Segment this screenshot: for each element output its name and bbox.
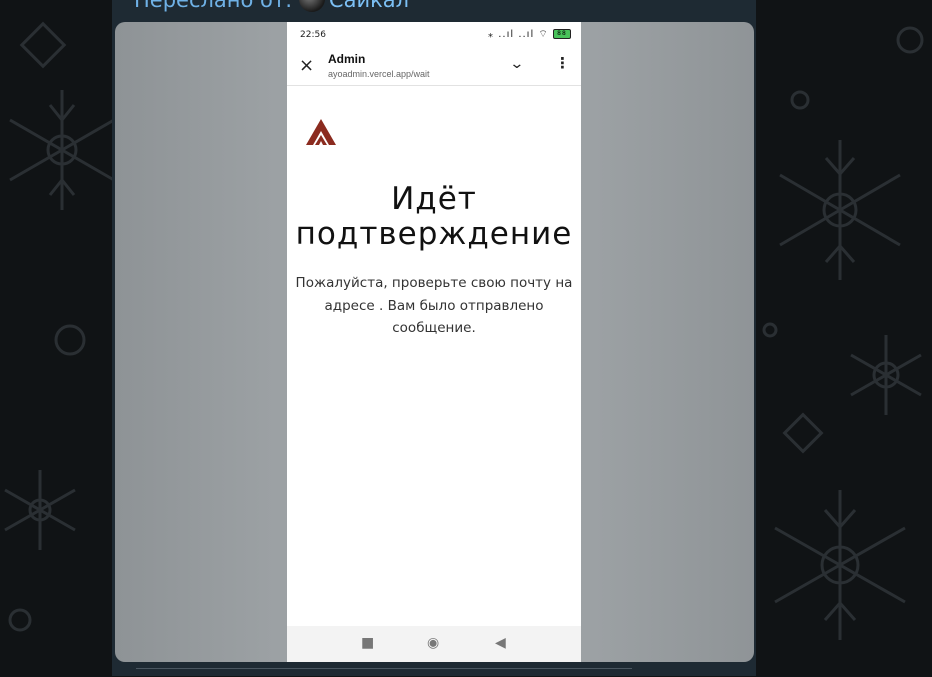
snowflake-icon (850, 335, 922, 415)
forwarded-prefix: Переслано от: (134, 0, 293, 12)
status-icons: ⁎ ..ıl ..ıl ⌔ 88 (488, 28, 571, 41)
home-icon[interactable]: ◉ (427, 635, 439, 651)
heading-line-2: подтверждение (295, 216, 573, 252)
browser-toolbar: × Admin ayoadmin.vercel.app/wait ⌄ ⋮ (287, 48, 581, 86)
more-menu-icon[interactable]: ⋮ (555, 54, 570, 72)
page-title-block: Admin ayoadmin.vercel.app/wait (328, 52, 430, 79)
android-nav-bar: ■ ◉ ◀ (287, 626, 581, 662)
sender-avatar[interactable] (298, 0, 325, 12)
back-icon[interactable]: ◀ (495, 635, 506, 651)
chevron-down-icon[interactable]: ⌄ (509, 56, 524, 72)
page-title: Admin (328, 52, 366, 66)
snowflake-icon (4, 470, 76, 550)
snowflake-icon (779, 140, 901, 280)
status-time: 22:56 (300, 30, 326, 40)
page-url: ayoadmin.vercel.app/wait (328, 69, 430, 79)
screenshot-media[interactable]: 22:56 ⁎ ..ıl ..ıl ⌔ 88 × Admin ayoadmin.… (115, 22, 754, 662)
page-heading: Идёт подтверждение (287, 182, 581, 252)
sender-name[interactable]: Сайкал (329, 0, 409, 12)
snowflake-icon (9, 90, 115, 210)
close-icon[interactable]: × (299, 55, 314, 76)
recents-icon[interactable]: ■ (361, 635, 374, 651)
brand-logo (306, 119, 336, 145)
status-bar: 22:56 ⁎ ..ıl ..ıl ⌔ 88 (287, 22, 581, 48)
forwarded-from-header[interactable]: Переслано от: Сайкал (134, 0, 409, 14)
signal-wifi-icon: ⁎ ..ıl ..ıl ⌔ (488, 29, 549, 40)
confirmation-message: Пожалуйста, проверьте свою почту на адре… (295, 275, 573, 336)
phone-screen: 22:56 ⁎ ..ıl ..ıl ⌔ 88 × Admin ayoadmin.… (287, 22, 581, 662)
snowflake-icon (774, 490, 906, 640)
battery-icon: 88 (553, 29, 571, 39)
heading-line-1: Идёт (391, 181, 477, 217)
